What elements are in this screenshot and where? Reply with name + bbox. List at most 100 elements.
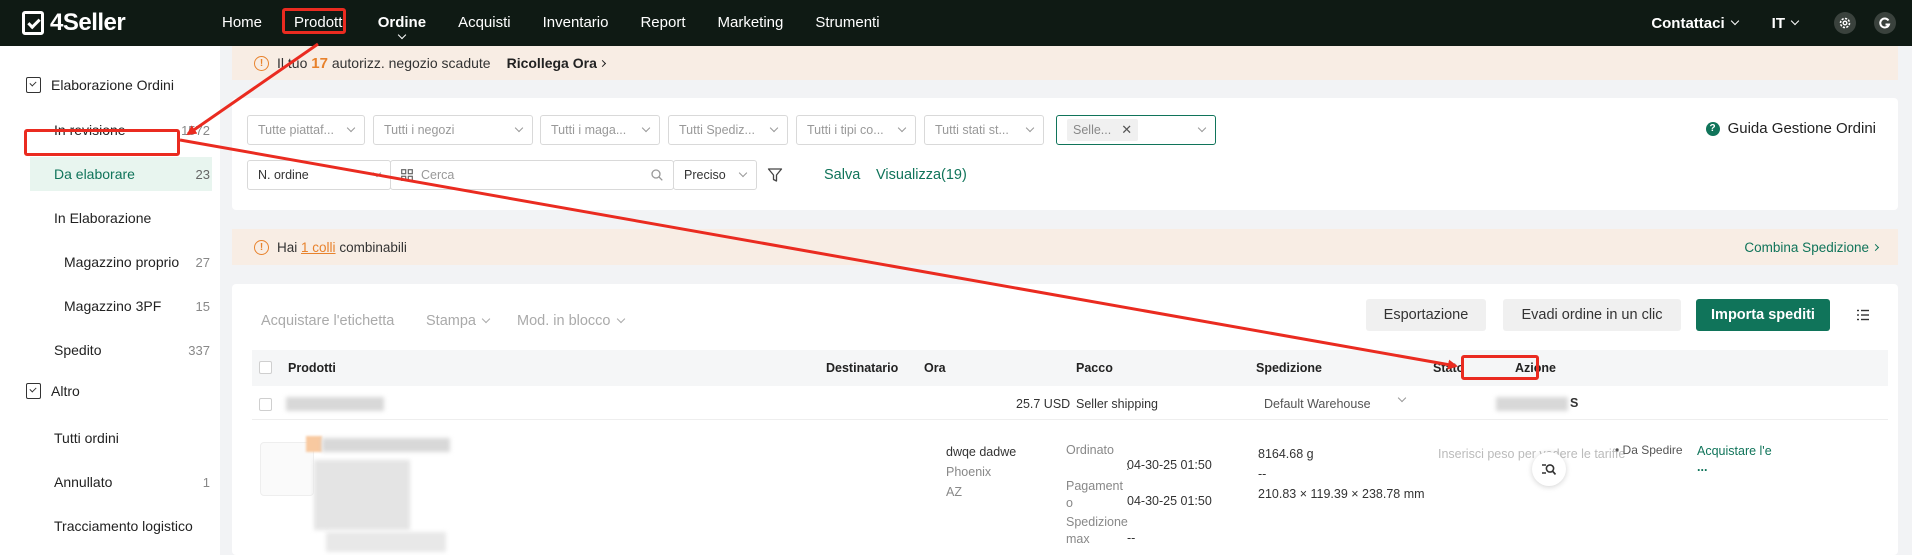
chevron-down-icon (397, 30, 407, 40)
select-value: N. ordine (258, 168, 309, 182)
sidebar-item-count: 1 (202, 474, 210, 490)
floating-search-icon[interactable] (1532, 452, 1566, 486)
sidebar-item-da-elaborare[interactable]: Da elaborare 23 (30, 157, 212, 191)
nav-ordine[interactable]: Ordine (362, 0, 442, 46)
sidebar-item-count: 1572 (181, 122, 210, 138)
sidebar-item-label: Magazzino proprio (64, 254, 180, 270)
header-stato: Stato (1433, 361, 1465, 375)
order-field-select[interactable]: N. ordine (247, 160, 391, 190)
help-link[interactable]: ? Guida Gestione Ordini (1705, 120, 1876, 137)
print-dropdown[interactable]: Stampa (426, 313, 491, 329)
settings-gear-icon[interactable] (1834, 12, 1856, 34)
chevron-down-icon (1730, 16, 1739, 26)
more-actions[interactable]: ... (1697, 460, 1707, 474)
chevron-right-icon (598, 59, 606, 67)
row-checkbox[interactable] (259, 398, 272, 411)
top-navigation-bar: 4Seller Home Prodotti Ordine Acquisti In… (0, 0, 1912, 46)
nav-strumenti[interactable]: Strumenti (799, 0, 895, 46)
search-icon[interactable] (651, 169, 663, 181)
chevron-down-icon (738, 168, 748, 178)
nav-prodotti[interactable]: Prodotti (278, 0, 362, 46)
selected-tag: Selle... ✕ (1067, 119, 1139, 141)
contact-dropdown[interactable]: Contattaci (1651, 14, 1739, 32)
status-select[interactable]: Tutti stati st... (924, 115, 1044, 145)
import-shipped-button[interactable]: Importa spediti (1696, 299, 1830, 331)
warehouse-select[interactable]: Tutti i maga... (540, 115, 660, 145)
select-all-checkbox[interactable] (259, 361, 272, 374)
nav-ordine-label: Ordine (377, 14, 427, 31)
chevron-down-icon (897, 123, 907, 133)
nav-home[interactable]: Home (206, 0, 278, 46)
sidebar-item-label: Tutti ordini (54, 430, 119, 446)
nav-acquisti[interactable]: Acquisti (442, 0, 527, 46)
logo-text: 4Seller (50, 9, 126, 36)
chevron-down-icon (346, 123, 356, 133)
redacted-order-id (286, 397, 384, 411)
order-group-row: 25.7 USD Seller shipping Default Warehou… (252, 388, 1888, 420)
recipient-state: AZ (946, 485, 962, 499)
app-logo[interactable]: 4Seller (22, 9, 202, 37)
nav-report[interactable]: Report (624, 0, 701, 46)
chevron-down-icon (1197, 123, 1207, 133)
save-filter-link[interactable]: Salva (824, 167, 860, 183)
header-pacco: Pacco (1076, 361, 1113, 375)
payment-time: 04-30-25 01:50 (1127, 494, 1212, 508)
warehouse-select[interactable]: Default Warehouse (1264, 397, 1404, 411)
buy-label-action-link[interactable]: Acquistare l'e (1697, 444, 1772, 458)
warning-prefix: Il tuo (277, 55, 308, 71)
sidebar-group-order-processing: Elaborazione Ordini (26, 77, 174, 93)
sidebar-item-tracciamento-logistico[interactable]: Tracciamento logistico (30, 509, 212, 543)
help-label: Guida Gestione Ordini (1727, 120, 1876, 137)
export-button[interactable]: Esportazione (1366, 299, 1486, 331)
bulk-edit-dropdown[interactable]: Mod. in blocco (517, 313, 625, 329)
sidebar-item-annullato[interactable]: Annullato 1 (30, 465, 212, 499)
clipboard-check-icon (26, 77, 41, 93)
sidebar-group-label: Elaborazione Ordini (51, 77, 174, 93)
chevron-down-icon (769, 123, 779, 133)
select-value: Tutti i negozi (384, 123, 455, 137)
type-select[interactable]: Tutti i tipi co... (796, 115, 916, 145)
sidebar-item-count: 27 (195, 254, 210, 270)
redacted-product-title (322, 438, 450, 452)
user-avatar-icon[interactable] (1874, 12, 1896, 34)
sidebar-item-in-revisione[interactable]: In revisione 1572 (30, 113, 212, 147)
shipping-select[interactable]: Tutti Spediz... (668, 115, 788, 145)
chevron-down-icon (1025, 123, 1035, 133)
language-dropdown[interactable]: IT (1772, 15, 1800, 32)
buy-label-button[interactable]: Acquistare l'etichetta (261, 313, 394, 329)
sidebar-item-in-elaborazione[interactable]: In Elaborazione (30, 201, 212, 235)
package-dimensions: 210.83 × 119.39 × 238.78 mm (1258, 487, 1425, 501)
combine-prefix: Hai (277, 239, 298, 255)
status-label: Da Spedire (1622, 443, 1683, 457)
recipient-city: Phoenix (946, 465, 992, 479)
filter-funnel-icon[interactable] (767, 167, 783, 183)
sidebar-item-magazzino-proprio[interactable]: Magazzino proprio 27 (30, 245, 212, 279)
sidebar-item-spedito[interactable]: Spedito 337 (30, 333, 212, 367)
sidebar-item-count: 23 (195, 166, 210, 182)
nav-marketing[interactable]: Marketing (702, 0, 800, 46)
combinable-packages-link[interactable]: 1 colli (301, 240, 336, 255)
expired-authorization-banner: ! Il tuo 17 autorizz. negozio scadute Ri… (232, 46, 1898, 80)
platform-select[interactable]: Tutte piattaf... (247, 115, 365, 145)
header-prodotti: Prodotti (288, 361, 336, 375)
filter-panel: Tutte piattaf... Tutti i negozi Tutti i … (232, 98, 1898, 210)
match-mode-select[interactable]: Preciso (673, 160, 757, 190)
column-settings-icon[interactable] (1856, 308, 1870, 322)
package-extra: -- (1258, 467, 1267, 481)
reconnect-link[interactable]: Ricollega Ora (507, 55, 606, 71)
sidebar-item-tutti-ordini[interactable]: Tutti ordini (30, 421, 212, 455)
clipboard-check-icon (26, 383, 41, 399)
search-input[interactable]: Cerca (390, 160, 674, 190)
combine-shipping-link[interactable]: Combina Spedizione (1744, 240, 1880, 255)
nav-inventario[interactable]: Inventario (527, 0, 625, 46)
sidebar-group-altro: Altro (26, 383, 80, 399)
redacted-product-sku (326, 532, 446, 552)
contact-label: Contattaci (1651, 14, 1725, 32)
sidebar-item-magazzino-3pf[interactable]: Magazzino 3PF 15 (30, 289, 212, 323)
seller-multiselect[interactable]: Selle... ✕ (1056, 115, 1216, 145)
one-click-fulfill-button[interactable]: Evadi ordine in un clic (1503, 299, 1681, 331)
logo-icon (22, 11, 44, 35)
store-select[interactable]: Tutti i negozi (373, 115, 533, 145)
close-icon[interactable]: ✕ (1121, 122, 1132, 138)
view-saved-filters-link[interactable]: Visualizza(19) (876, 167, 967, 183)
